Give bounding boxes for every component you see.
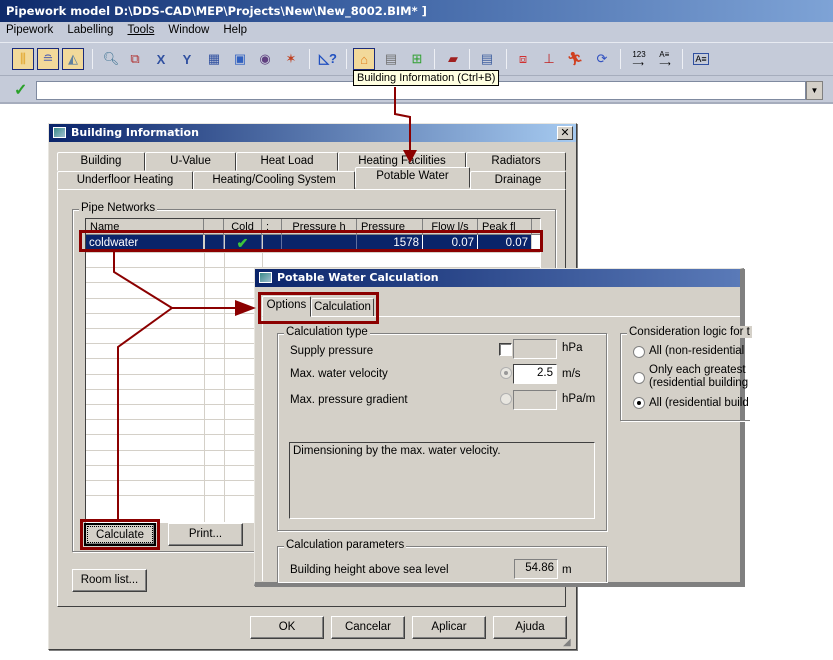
arrow-head-down (403, 150, 417, 163)
tooltip: Building Information (Ctrl+B) (353, 70, 500, 86)
arrow-head-right (235, 300, 256, 316)
row-arrow-line (113, 252, 237, 309)
tab-options[interactable]: Options (262, 296, 311, 317)
calculate-arrow-line (117, 307, 173, 519)
tab-potable-water[interactable]: Potable Water (355, 167, 470, 188)
tooltip-arrow-line (394, 87, 411, 152)
annotation-arrows (113, 87, 417, 519)
